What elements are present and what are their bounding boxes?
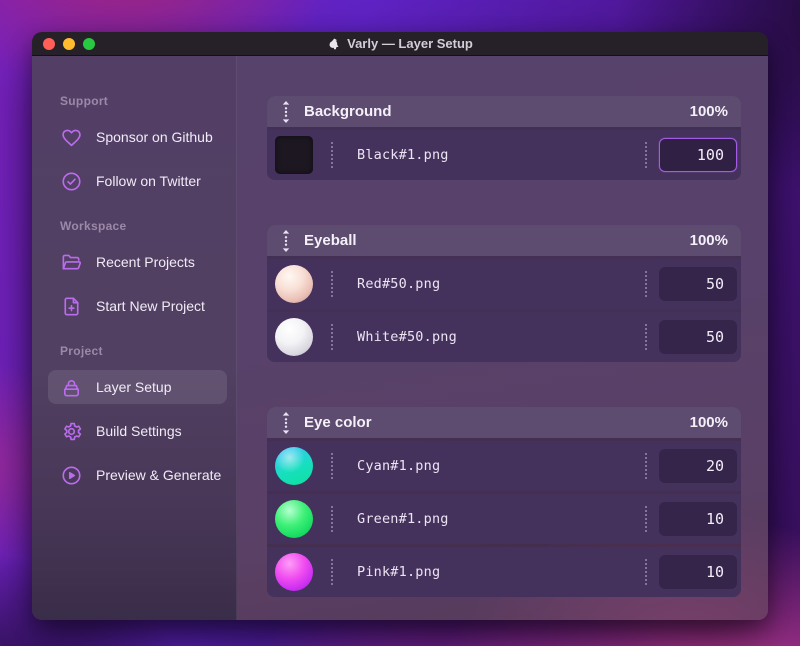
play-circle-icon	[60, 464, 83, 487]
layer-filename: Black#1.png	[357, 147, 449, 163]
layer-row: Green#1.png	[267, 494, 741, 544]
group-weight: 100%	[689, 414, 728, 431]
sidebar-section-label: Support	[60, 94, 109, 108]
group-weight: 100%	[689, 103, 728, 120]
zoom-button[interactable]	[83, 37, 95, 50]
minimize-button[interactable]	[63, 37, 75, 50]
sidebar-item-follow-on-twitter[interactable]: Follow on Twitter	[60, 168, 236, 194]
layer-weight-input[interactable]	[659, 138, 737, 172]
dotted-divider	[645, 142, 647, 168]
layer-row: Black#1.png	[267, 130, 741, 180]
layer-thumbnail-pink-ball	[275, 553, 313, 591]
layer-filename: Green#1.png	[357, 511, 449, 527]
sidebar-section-support: Support Sponsor on Github Follow on Twitte…	[60, 94, 236, 194]
layer-weight-input[interactable]	[659, 267, 737, 301]
group-title: Eyeball	[304, 232, 357, 249]
layer-weight-input[interactable]	[659, 449, 737, 483]
sidebar-item-sponsor-on-github[interactable]: Sponsor on Github	[60, 124, 236, 150]
sidebar-item-label: Sponsor on Github	[96, 129, 213, 145]
layer-thumbnail-red-ball	[275, 265, 313, 303]
layer-group-background: Background 100% Black#1.png	[267, 96, 741, 180]
layer-thumbnail-white-ball	[275, 318, 313, 356]
dotted-divider	[645, 453, 647, 479]
traffic-lights	[43, 32, 95, 55]
layer-group-eyeball: Eyeball 100% Red#50.png White#50.png	[267, 225, 741, 362]
titlebar[interactable]: Varly — Layer Setup	[32, 32, 768, 56]
layer-filename: Cyan#1.png	[357, 458, 441, 474]
sidebar-section-workspace: Workspace Recent Projects Start New Projec…	[60, 219, 236, 319]
dotted-divider	[331, 559, 333, 585]
group-header: Background 100%	[267, 96, 741, 127]
dotted-divider	[645, 559, 647, 585]
sidebar-item-recent-projects[interactable]: Recent Projects	[60, 249, 236, 275]
sidebar-item-build-settings[interactable]: Build Settings	[60, 418, 236, 444]
layer-row: Red#50.png	[267, 259, 741, 309]
layer-group-eye-color: Eye color 100% Cyan#1.png Green#1.png Pink#1…	[267, 407, 741, 597]
sidebar-item-start-new-project[interactable]: Start New Project	[60, 293, 236, 319]
dotted-divider	[331, 271, 333, 297]
sidebar-item-label: Recent Projects	[96, 254, 195, 270]
sidebar-item-label: Layer Setup	[96, 379, 172, 395]
group-header: Eye color 100%	[267, 407, 741, 438]
sidebar-item-layer-setup[interactable]: Layer Setup	[48, 370, 236, 404]
dotted-divider	[645, 506, 647, 532]
group-weight: 100%	[689, 232, 728, 249]
layer-row: Pink#1.png	[267, 547, 741, 597]
window-title: Varly — Layer Setup	[327, 36, 473, 51]
close-button[interactable]	[43, 37, 55, 50]
check-circle-icon	[60, 170, 83, 193]
group-title: Background	[304, 103, 392, 120]
layers-icon	[60, 376, 83, 399]
layer-weight-input[interactable]	[659, 502, 737, 536]
sidebar-item-label: Build Settings	[96, 423, 182, 439]
layer-thumbnail-black-square	[275, 136, 313, 174]
dotted-divider	[331, 324, 333, 350]
drag-handle-icon[interactable]	[281, 411, 291, 434]
sidebar-item-preview-generate[interactable]: Preview & Generate	[60, 462, 236, 488]
layer-weight-input[interactable]	[659, 320, 737, 354]
group-title: Eye color	[304, 414, 372, 431]
window-title-text: Varly — Layer Setup	[347, 36, 473, 51]
sidebar-section-label: Workspace	[60, 219, 127, 233]
gear-icon	[60, 420, 83, 443]
layer-thumbnail-cyan-ball	[275, 447, 313, 485]
sidebar-item-label: Start New Project	[96, 298, 205, 314]
layer-row: White#50.png	[267, 312, 741, 362]
layer-thumbnail-green-ball	[275, 500, 313, 538]
sidebar-section-label: Project	[60, 344, 103, 358]
file-plus-icon	[60, 295, 83, 318]
sidebar-item-label: Preview & Generate	[96, 467, 222, 483]
dotted-divider	[331, 142, 333, 168]
drag-handle-icon[interactable]	[281, 229, 291, 252]
layer-filename: White#50.png	[357, 329, 457, 345]
folder-icon	[60, 251, 83, 274]
window-body: Support Sponsor on Github Follow on Twitte…	[32, 56, 768, 620]
group-header: Eyeball 100%	[267, 225, 741, 256]
layer-filename: Red#50.png	[357, 276, 441, 292]
heart-icon	[60, 126, 83, 149]
sidebar-item-label: Follow on Twitter	[96, 173, 201, 189]
layer-list: Background 100% Black#1.png Eyeball 100% Red#…	[237, 56, 768, 620]
app-window: Varly — Layer Setup Support Sponsor on Gi…	[32, 32, 768, 620]
dotted-divider	[645, 271, 647, 297]
layer-weight-input[interactable]	[659, 555, 737, 589]
sidebar: Support Sponsor on Github Follow on Twitte…	[32, 56, 237, 620]
drag-handle-icon[interactable]	[281, 100, 291, 123]
layer-row: Cyan#1.png	[267, 441, 741, 491]
layer-filename: Pink#1.png	[357, 564, 441, 580]
dotted-divider	[331, 506, 333, 532]
dotted-divider	[331, 453, 333, 479]
unicorn-icon	[327, 37, 341, 51]
sidebar-section-project: Project Layer Setup Build Settings Preview …	[48, 344, 236, 488]
dotted-divider	[645, 324, 647, 350]
